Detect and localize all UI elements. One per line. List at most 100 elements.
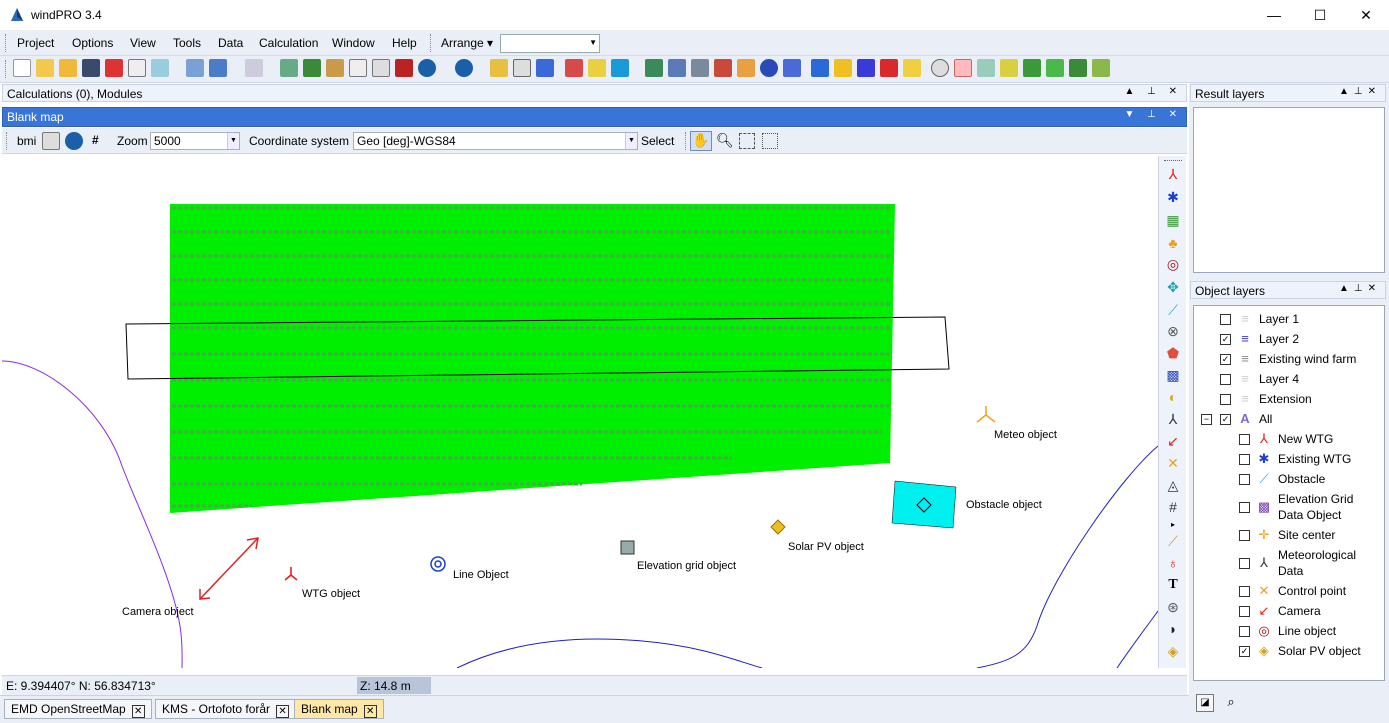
object-type-row[interactable]: ⅄ Meteorological Data [1239,545,1378,581]
object-type-checkbox[interactable] [1239,625,1250,637]
meteo-object-icon[interactable] [976,406,996,423]
layer-checkbox[interactable]: ✓ [1220,333,1231,345]
object-layers-header[interactable]: Object layers ▲⊥✕ [1190,281,1386,299]
panel-controls[interactable]: ▲⊥✕ [1339,86,1381,97]
image-icon[interactable] [668,59,686,77]
object-type-row[interactable]: ↙ Camera [1239,601,1321,621]
wtg-object-icon[interactable] [284,567,298,581]
line-object-icon[interactable]: ◎ [1164,255,1182,273]
layer-row[interactable]: ≡ Extension [1220,389,1312,409]
meteorological-data-icon[interactable]: ⅄ [1164,410,1182,428]
object-type-row[interactable]: ✕ Control point [1239,581,1346,601]
object-type-row[interactable]: ▩ Elevation Grid Data Object [1239,489,1378,525]
polygon-icon[interactable]: ⬟ [1164,344,1182,362]
recycle-icon[interactable] [611,59,629,77]
site-center-icon[interactable]: ✥ [1164,278,1182,296]
map-panel-header[interactable]: Blank map ▼ ⊥ ✕ [2,107,1187,127]
menu-project[interactable]: Project [17,36,54,50]
layer-properties-icon[interactable]: ◪ [1196,694,1214,712]
zoom-tree-icon[interactable] [1092,59,1110,77]
map-pin-icon[interactable] [1023,59,1041,77]
close-tab-icon[interactable]: ✕ [131,705,145,718]
menu-data[interactable]: Data [218,36,243,50]
object-type-checkbox[interactable] [1239,433,1250,445]
existing-wtg-icon[interactable]: ✱ [1164,188,1182,206]
object-type-row[interactable]: ✛ Site center [1239,525,1335,545]
arrange-combo[interactable]: ▼ [500,34,600,53]
photo-icon[interactable] [691,59,709,77]
menu-window[interactable]: Window [332,36,375,50]
sphere-icon[interactable] [760,59,778,77]
result-layers-list[interactable] [1193,107,1385,273]
print-icon[interactable] [128,59,146,77]
object-type-row[interactable]: ⅄ New WTG [1239,429,1333,449]
preview-icon[interactable] [151,59,169,77]
panel-controls[interactable]: ▲ ⊥ ✕ [1124,86,1182,97]
new-file-icon[interactable] [13,59,31,77]
download-icon[interactable] [209,59,227,77]
control-point-icon[interactable]: ✕ [1164,454,1182,472]
panel-controls[interactable]: ▲⊥✕ [1339,283,1381,294]
object-type-checkbox[interactable] [1239,557,1250,569]
layer-row[interactable]: ✓ ≡ Existing wind farm [1220,349,1356,369]
close-tab-icon[interactable]: ✕ [363,705,377,718]
map-canvas[interactable]: Meteo object Obstacle object Solar PV ob… [2,156,1158,668]
obstacle-object-shape[interactable] [891,480,957,529]
ruler-icon[interactable]: ⟋ [1164,532,1182,550]
toolbar-grip[interactable] [1164,160,1182,164]
object-type-row[interactable]: ⟋ Obstacle [1239,469,1325,489]
layer-row[interactable]: ≡ Layer 1 [1220,309,1299,329]
object-type-row[interactable]: ✓ ◈ Solar PV object [1239,641,1361,661]
layer-checkbox[interactable] [1220,313,1231,325]
solar-pv-icon[interactable]: ◈ [1164,642,1182,660]
hash-grid-icon[interactable]: # [1164,498,1182,516]
object-type-checkbox[interactable] [1239,585,1250,597]
layer-row[interactable]: ✓ ≡ Layer 2 [1220,329,1299,349]
flash-icon[interactable] [834,59,852,77]
object-type-checkbox[interactable] [1239,501,1250,513]
object-type-row[interactable]: ✱ Existing WTG [1239,449,1351,469]
landscape-icon[interactable] [645,59,663,77]
new-wtg-icon[interactable]: ⅄ [1164,165,1182,183]
undo-icon[interactable] [186,59,204,77]
solar-pv-object-icon[interactable] [770,519,786,535]
menu-calculation[interactable]: Calculation [259,36,318,50]
flame-icon[interactable] [737,59,755,77]
new-project-icon[interactable] [36,59,54,77]
tab-blank-map[interactable]: Blank map ✕ [294,699,384,719]
layer-row-all[interactable]: − ✓ A All [1201,409,1272,429]
fan-icon[interactable] [1069,59,1087,77]
line-object-icon[interactable] [430,556,446,572]
layer-checkbox[interactable] [1220,373,1231,385]
export-icon[interactable] [977,59,995,77]
marker-icon[interactable]: ♁ [1164,554,1182,572]
minimize-button[interactable]: — [1251,0,1297,30]
pages-icon[interactable] [372,59,390,77]
close-tab-icon[interactable]: ✕ [276,705,290,718]
close-project-icon[interactable] [105,59,123,77]
panel-controls[interactable]: ▼ ⊥ ✕ [1124,109,1182,120]
close-button[interactable]: ✕ [1343,0,1389,30]
result-layers-header[interactable]: Result layers ▲⊥✕ [1190,84,1386,102]
refresh-icon[interactable] [931,59,949,77]
car-icon[interactable] [513,59,531,77]
globe-icon[interactable] [418,59,436,77]
road-icon[interactable]: ◗ [1164,620,1182,638]
camera-icon[interactable]: ↙ [1164,432,1182,450]
area-icon[interactable]: ▦ [1164,211,1182,229]
user-icon[interactable] [536,59,554,77]
layer-checkbox[interactable]: ✓ [1220,413,1231,425]
wind-icon[interactable] [857,59,875,77]
globe-add-icon[interactable] [455,59,473,77]
elevation-grid-icon[interactable]: ▩ [1164,366,1182,384]
arrange-button[interactable]: Arrange ▾ [441,36,493,50]
layer-checkbox[interactable] [1220,393,1231,405]
text-tool-icon[interactable]: T [1164,576,1182,594]
save-icon[interactable] [82,59,100,77]
object-type-row[interactable]: ◎ Line object [1239,621,1336,641]
radar-icon[interactable]: ⊗ [1164,322,1182,340]
redo-icon[interactable] [245,59,263,77]
package-icon[interactable] [326,59,344,77]
select-rect-icon[interactable] [762,133,778,149]
satellite-icon[interactable]: ⊛ [1164,598,1182,616]
